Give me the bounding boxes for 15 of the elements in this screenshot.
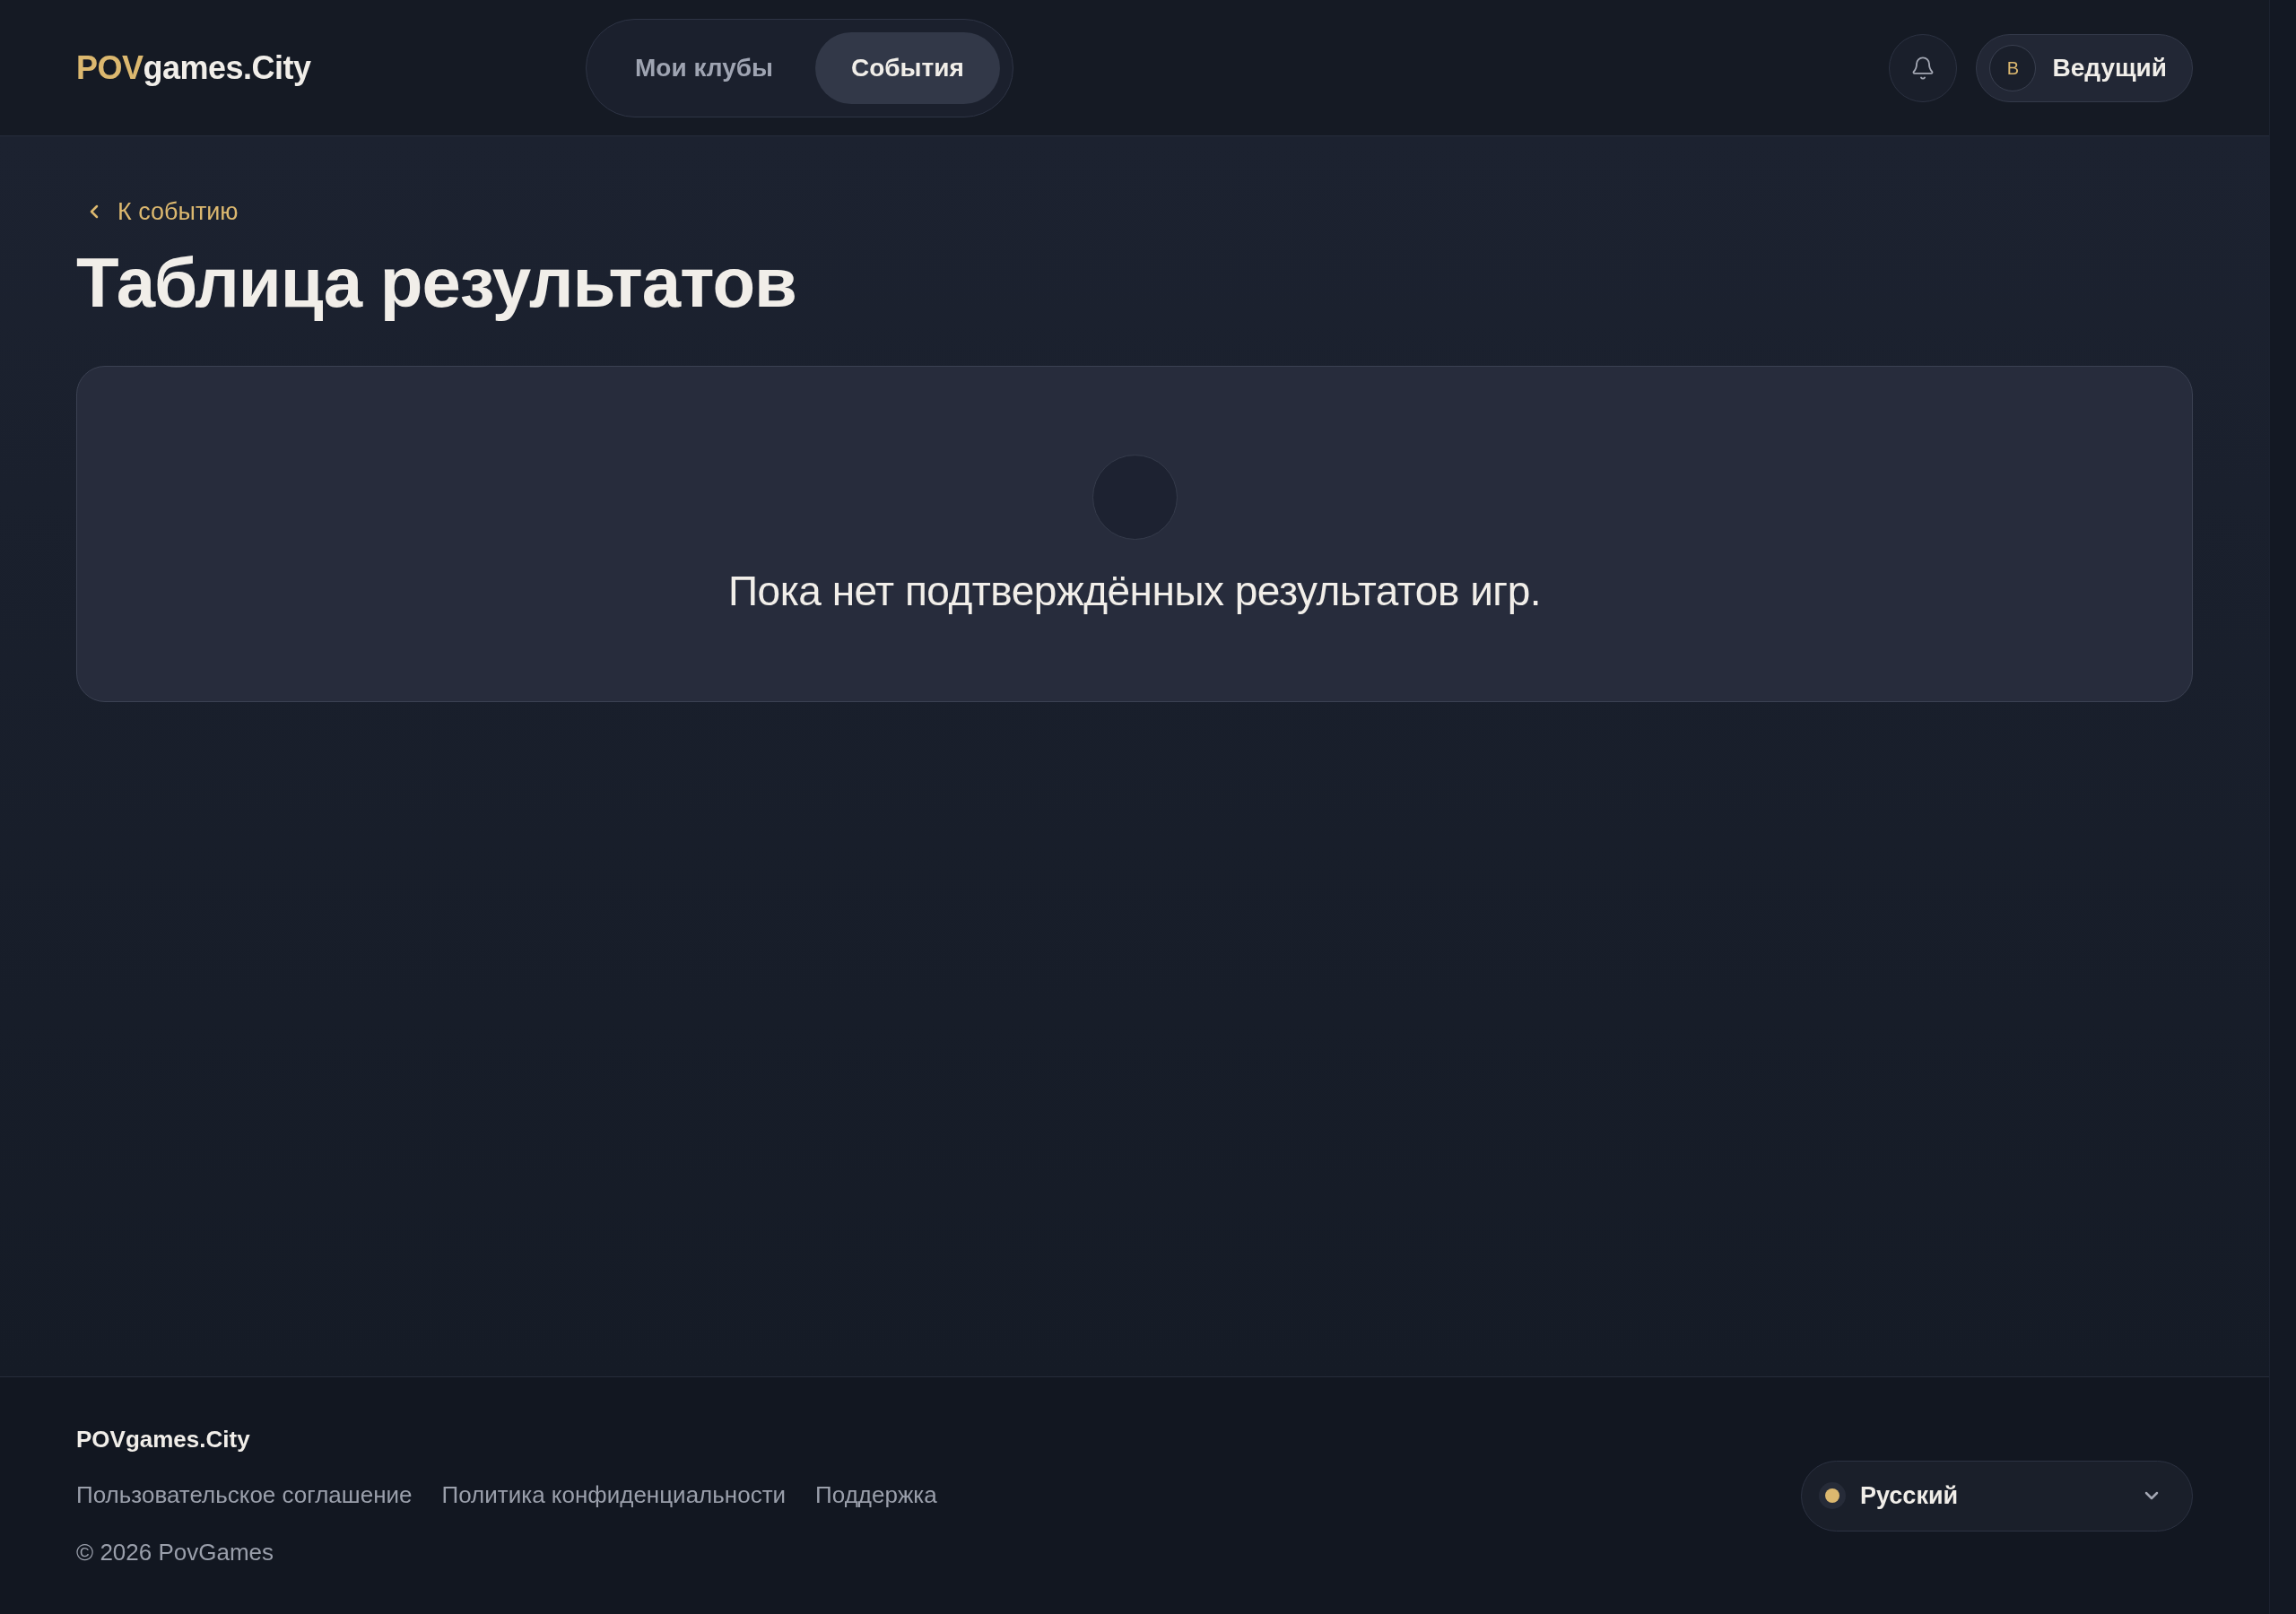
- footer-link[interactable]: Поддержка: [815, 1477, 937, 1513]
- nav-tab[interactable]: События: [815, 31, 1000, 104]
- page-title: Таблица результатов: [76, 243, 796, 324]
- language-select[interactable]: Русский: [1801, 1460, 2193, 1532]
- footer-link[interactable]: Пользовательское соглашение: [76, 1477, 413, 1513]
- user-menu-button[interactable]: В Ведущий: [1976, 33, 2193, 102]
- footer-brand: POVgames.City: [76, 1424, 250, 1454]
- avatar-initial: В: [1989, 44, 2037, 91]
- footer-link[interactable]: Политика конфиденциальности: [441, 1477, 787, 1513]
- back-link[interactable]: К событию: [76, 195, 239, 228]
- nav-tab[interactable]: Мои клубы: [599, 31, 809, 104]
- logo-link[interactable]: POVgames.City: [76, 43, 311, 92]
- scrollbar-track[interactable]: [2269, 0, 2296, 1614]
- empty-state-message: Пока нет подтверждённых результатов игр.: [728, 568, 1541, 615]
- copyright-text: © 2026 PovGames: [76, 1537, 274, 1567]
